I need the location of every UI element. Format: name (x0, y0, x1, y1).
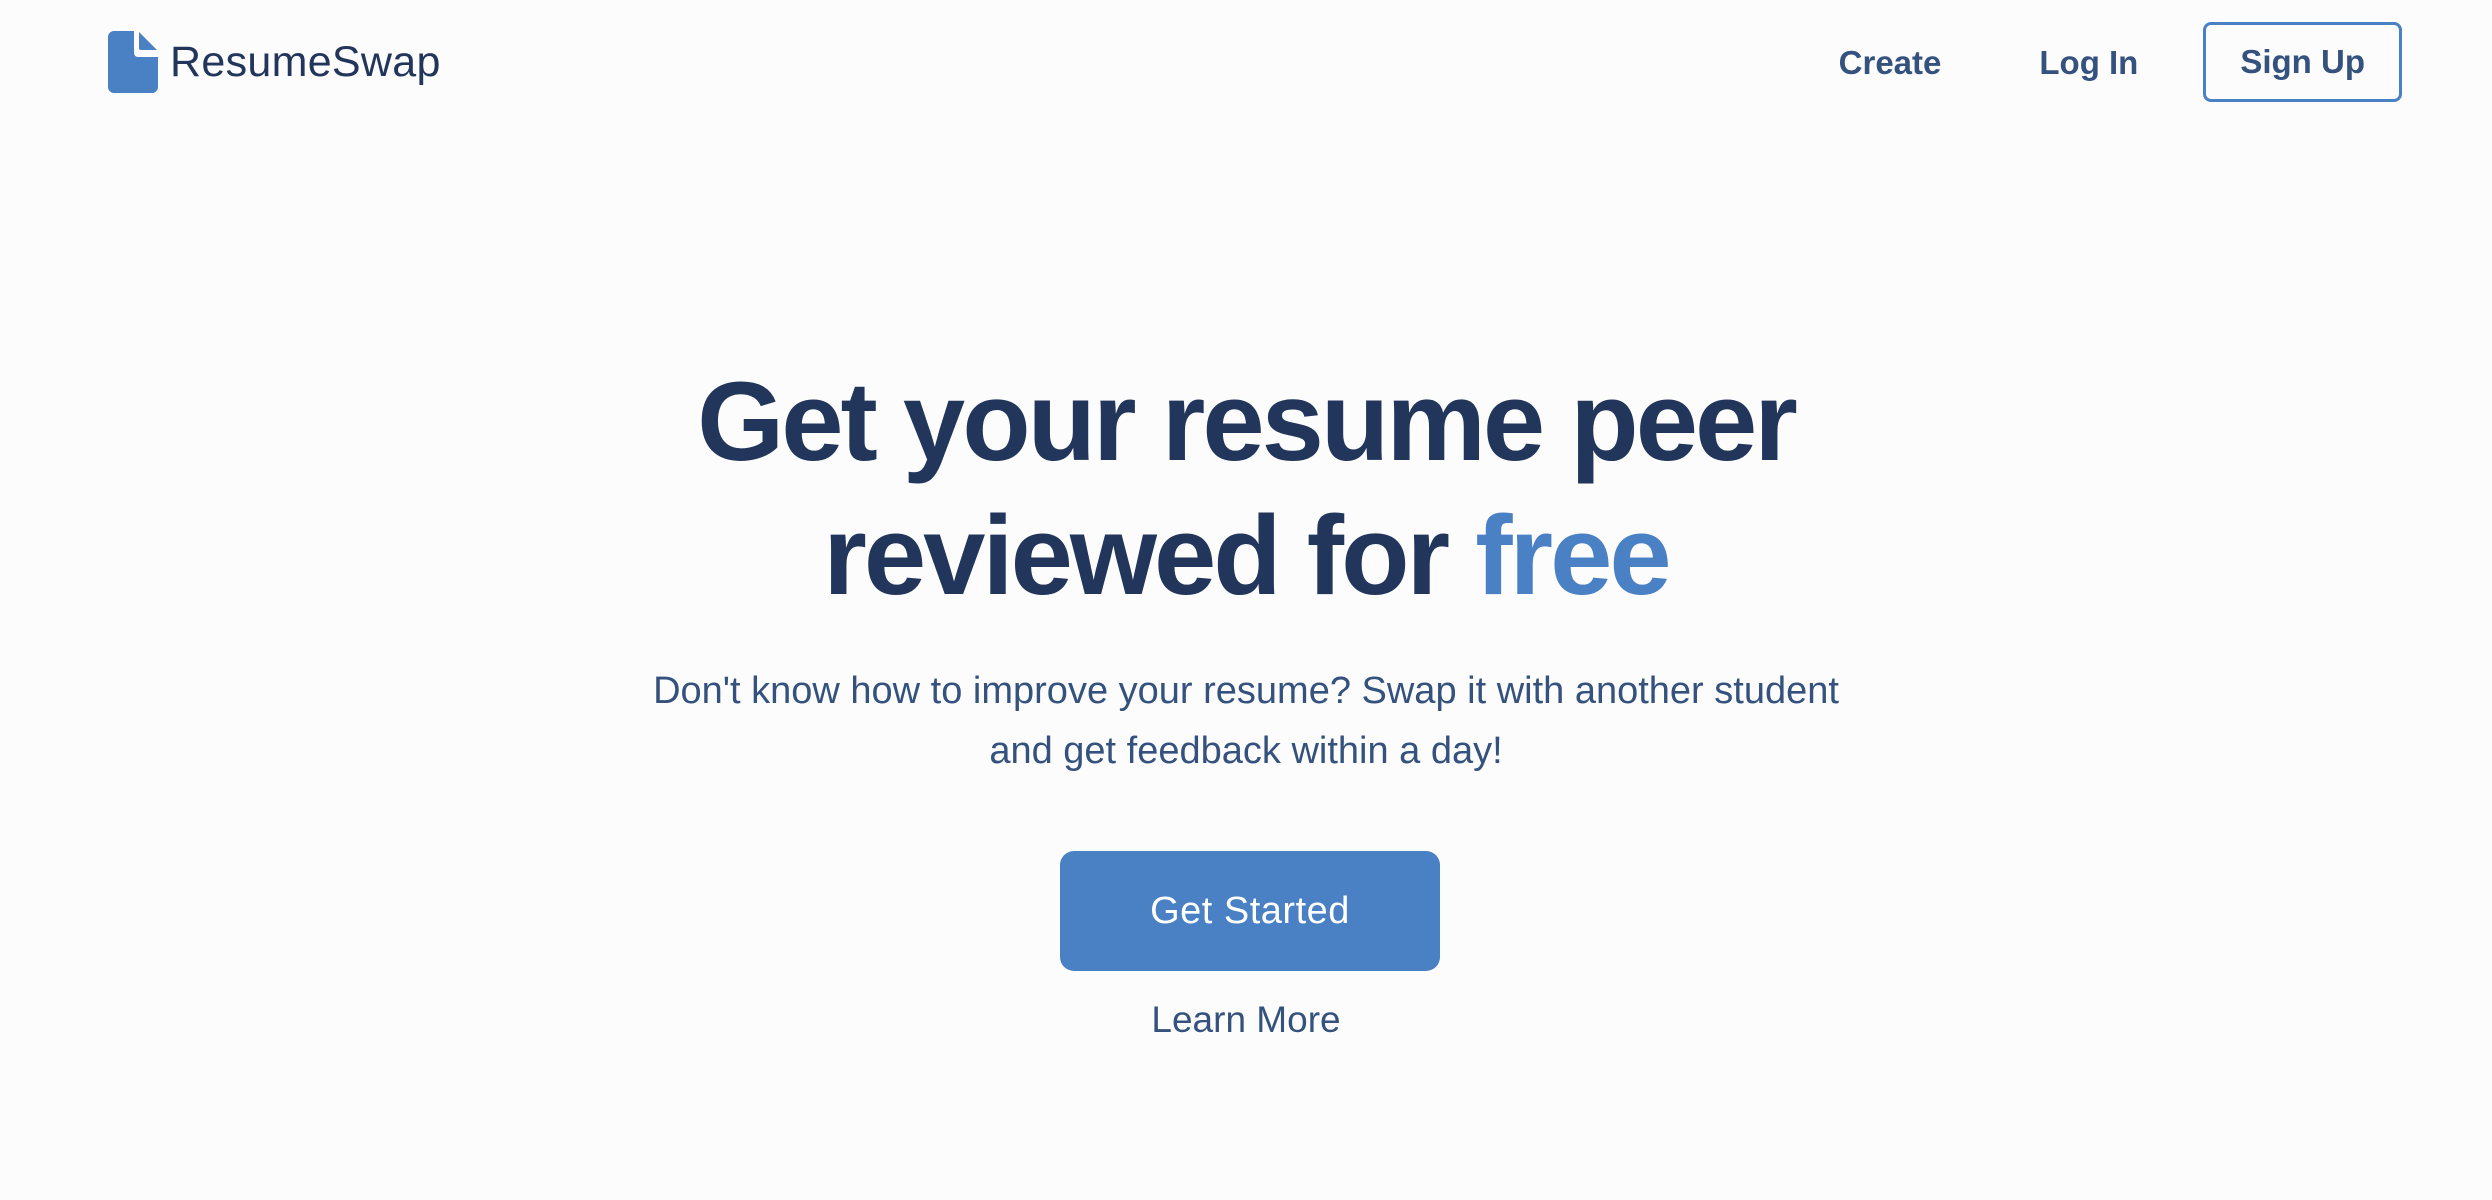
hero-content: Get your resume peer reviewed for free D… (0, 355, 2492, 781)
learn-more-link[interactable]: Learn More (0, 996, 2492, 1044)
headline-accent: free (1475, 493, 1671, 618)
headline-line-2: reviewed for (823, 493, 1476, 618)
document-icon (108, 31, 158, 93)
logo-text: ResumeSwap (170, 37, 441, 86)
headline-line-1: Get your resume peer (697, 359, 1798, 484)
nav-create-link[interactable]: Create (1839, 46, 1942, 79)
signup-button[interactable]: Sign Up (2203, 22, 2402, 102)
hero-subtext: Don't know how to improve your resume? S… (653, 670, 1839, 772)
logo-link[interactable]: ResumeSwap (108, 30, 441, 94)
top-nav: Create Log In Sign Up (1839, 22, 2402, 102)
nav-login-link[interactable]: Log In (2039, 46, 2138, 79)
get-started-button[interactable]: Get Started (1060, 851, 1440, 971)
hero-headline: Get your resume peer reviewed for free (0, 355, 2492, 623)
